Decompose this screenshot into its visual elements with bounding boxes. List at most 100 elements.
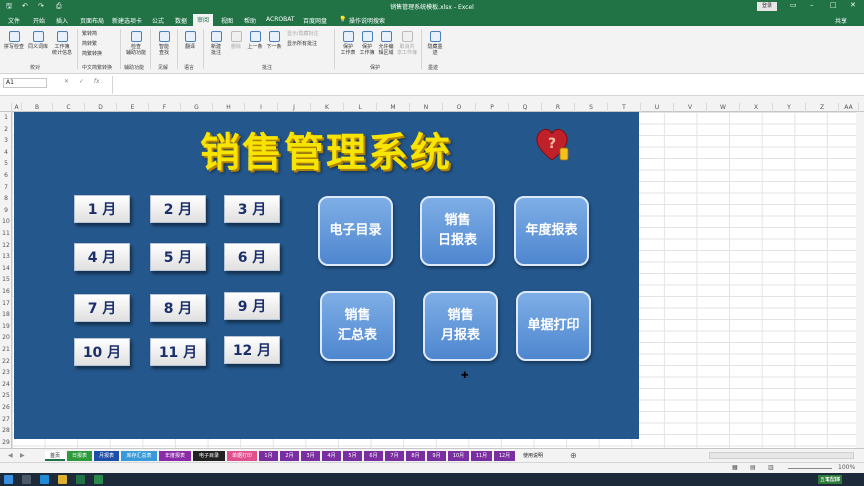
daily-report-button[interactable]: 销售 日报表 bbox=[420, 196, 495, 266]
search-icon[interactable] bbox=[22, 475, 31, 484]
ribbon-display-icon[interactable]: ▭ bbox=[790, 1, 797, 9]
sheet-tab[interactable]: 10月 bbox=[448, 451, 469, 461]
month-button-11[interactable]: 11 月 bbox=[150, 338, 206, 366]
column-header[interactable]: H bbox=[213, 103, 245, 112]
row-header[interactable]: 27 bbox=[0, 414, 12, 425]
sheet-tab[interactable]: 使用说明 bbox=[517, 451, 549, 461]
simp-to-trad-button[interactable]: 简转繁 bbox=[82, 41, 97, 47]
print-documents-button[interactable]: 单据打印 bbox=[516, 291, 591, 361]
smart-lookup-button[interactable]: 智能 查找 bbox=[152, 31, 176, 56]
translate-button[interactable]: 翻译 bbox=[178, 31, 202, 50]
month-button-6[interactable]: 6 月 bbox=[224, 243, 280, 271]
row-header[interactable]: 19 bbox=[0, 321, 12, 332]
row-header[interactable]: 8 bbox=[0, 193, 12, 204]
row-header[interactable]: 2 bbox=[0, 124, 12, 135]
column-header[interactable]: K bbox=[311, 103, 344, 112]
column-header[interactable]: F bbox=[149, 103, 181, 112]
sheet-tab[interactable]: 7月 bbox=[385, 451, 404, 461]
zoom-slider[interactable] bbox=[788, 468, 832, 469]
page-layout-icon[interactable]: ▤ bbox=[750, 464, 756, 471]
month-button-8[interactable]: 8 月 bbox=[150, 294, 206, 322]
column-header[interactable]: Q bbox=[509, 103, 542, 112]
column-header[interactable]: X bbox=[740, 103, 773, 112]
tab-formulas[interactable]: 公式 bbox=[152, 16, 164, 25]
month-button-7[interactable]: 7 月 bbox=[74, 294, 130, 322]
column-header[interactable]: V bbox=[674, 103, 707, 112]
row-header[interactable]: 16 bbox=[0, 286, 12, 297]
vertical-scrollbar[interactable] bbox=[856, 112, 864, 448]
sheet-tab[interactable]: 8月 bbox=[406, 451, 425, 461]
edge-icon[interactable] bbox=[40, 475, 49, 484]
sheet-tab[interactable]: 1月 bbox=[259, 451, 278, 461]
formula-input[interactable] bbox=[112, 76, 860, 94]
row-header[interactable]: 15 bbox=[0, 274, 12, 285]
tab-view[interactable]: 视图 bbox=[221, 16, 233, 25]
month-button-5[interactable]: 5 月 bbox=[150, 243, 206, 271]
column-header[interactable]: D bbox=[85, 103, 117, 112]
unshare-workbook-button[interactable]: 取消共 享工作簿 bbox=[395, 31, 419, 56]
monthly-report-button[interactable]: 销售 月报表 bbox=[423, 291, 498, 361]
maximize-icon[interactable]: □ bbox=[830, 1, 837, 9]
tab-review[interactable]: 审阅 bbox=[193, 14, 214, 26]
row-header[interactable]: 7 bbox=[0, 182, 12, 193]
column-header[interactable]: O bbox=[443, 103, 476, 112]
sheet-tab[interactable]: 3月 bbox=[301, 451, 320, 461]
hide-ink-button[interactable]: 隐藏墨 迹 bbox=[423, 31, 447, 56]
column-header[interactable]: J bbox=[278, 103, 311, 112]
login-button[interactable]: 登录 bbox=[757, 2, 777, 11]
column-header[interactable]: S bbox=[575, 103, 608, 112]
row-header[interactable]: 10 bbox=[0, 216, 12, 227]
row-header[interactable]: 18 bbox=[0, 309, 12, 320]
row-header[interactable]: 26 bbox=[0, 402, 12, 413]
month-button-1[interactable]: 1 月 bbox=[74, 195, 130, 223]
convert-button[interactable]: 简繁转换 bbox=[82, 51, 102, 57]
show-hide-comment-button[interactable]: 显示/隐藏批注 bbox=[287, 31, 319, 37]
row-header[interactable]: 28 bbox=[0, 425, 12, 436]
tab-new[interactable]: 新建选项卡 bbox=[112, 16, 142, 25]
row-header[interactable]: 24 bbox=[0, 379, 12, 390]
month-button-2[interactable]: 2 月 bbox=[150, 195, 206, 223]
row-header[interactable]: 23 bbox=[0, 367, 12, 378]
excel-taskbar-icon[interactable] bbox=[76, 475, 85, 484]
row-header[interactable]: 29 bbox=[0, 437, 12, 448]
spell-check-button[interactable]: 拼写检查 bbox=[2, 31, 26, 50]
column-header[interactable]: C bbox=[53, 103, 85, 112]
row-header[interactable]: 11 bbox=[0, 228, 12, 239]
close-icon[interactable]: ✕ bbox=[850, 1, 856, 9]
name-box[interactable]: A1 bbox=[3, 78, 47, 88]
tab-file[interactable]: 文件 bbox=[8, 16, 20, 25]
sheet-tab[interactable]: 首页 bbox=[45, 451, 65, 461]
app-icon[interactable] bbox=[94, 475, 103, 484]
column-header[interactable]: B bbox=[22, 103, 53, 112]
enter-icon[interactable]: ✓ bbox=[79, 78, 84, 85]
next-comment-button[interactable]: 下一条 bbox=[262, 31, 286, 50]
add-sheet-icon[interactable]: ⊕ bbox=[570, 451, 577, 460]
column-header[interactable]: M bbox=[377, 103, 410, 112]
accessibility-button[interactable]: 检查 辅助功能 bbox=[124, 31, 148, 56]
trad-to-simp-button[interactable]: 繁转简 bbox=[82, 31, 97, 37]
summary-button[interactable]: 销售 汇总表 bbox=[320, 291, 395, 361]
row-header[interactable]: 9 bbox=[0, 205, 12, 216]
column-header[interactable]: R bbox=[542, 103, 575, 112]
page-break-icon[interactable]: ▥ bbox=[768, 464, 774, 471]
row-header[interactable]: 5 bbox=[0, 158, 12, 169]
month-button-9[interactable]: 9 月 bbox=[224, 292, 280, 320]
thesaurus-button[interactable]: 同义词库 bbox=[26, 31, 50, 50]
tell-me-search[interactable]: 操作说明搜索 bbox=[349, 16, 385, 25]
month-button-3[interactable]: 3 月 bbox=[224, 195, 280, 223]
column-header[interactable]: Y bbox=[773, 103, 806, 112]
column-header[interactable]: W bbox=[707, 103, 740, 112]
column-header[interactable]: I bbox=[245, 103, 278, 112]
month-button-10[interactable]: 10 月 bbox=[74, 338, 130, 366]
folder-icon[interactable] bbox=[58, 475, 67, 484]
tab-insert[interactable]: 插入 bbox=[56, 16, 68, 25]
row-header[interactable]: 4 bbox=[0, 147, 12, 158]
column-header[interactable]: T bbox=[608, 103, 641, 112]
row-header[interactable]: 20 bbox=[0, 332, 12, 343]
cancel-icon[interactable]: ✕ bbox=[64, 78, 69, 85]
zoom-level[interactable]: 100% bbox=[838, 464, 855, 471]
tab-home[interactable]: 开始 bbox=[33, 16, 45, 25]
horizontal-scrollbar[interactable] bbox=[709, 452, 854, 459]
fx-icon[interactable]: fx bbox=[94, 78, 100, 85]
sheet-tab[interactable]: 库存汇总表 bbox=[121, 451, 157, 461]
